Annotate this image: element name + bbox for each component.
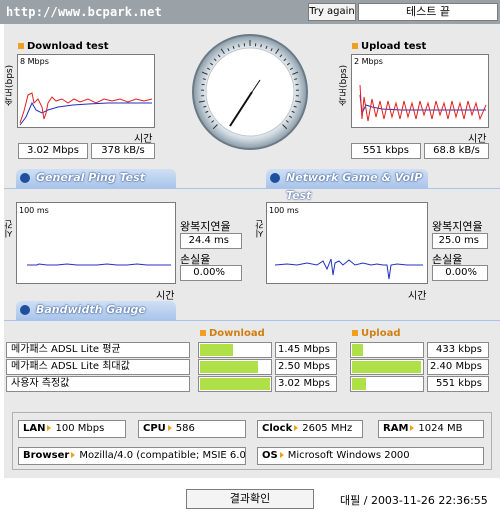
gauge-row-label: 사용자 측정값	[6, 376, 190, 392]
download-bar-fill	[200, 378, 270, 390]
speed-gauge	[192, 34, 308, 150]
confirm-result-button[interactable]: 결과확인	[186, 489, 314, 509]
ping-left-xlabel: 시간	[156, 291, 175, 302]
tab-bullet-icon	[20, 305, 30, 315]
ping-right-line	[274, 258, 423, 280]
upload-title: Upload test	[352, 41, 426, 52]
try-again-button[interactable]: Try again	[308, 3, 356, 21]
browser-info: Browser Mozilla/4.0 (compatible; MSIE 6.0	[18, 447, 246, 465]
tab-bullet-icon	[20, 173, 30, 183]
ping-left-rtt-label: 왕복지연율	[180, 220, 231, 233]
os-info: OS Microsoft Windows 2000	[257, 447, 484, 465]
download-mbps: 3.02 Mbps	[18, 143, 88, 159]
arrow-right-icon	[294, 425, 299, 431]
orange-square-icon	[18, 43, 24, 49]
upload-ylabel: 속도(bps)	[339, 64, 349, 106]
tab-bandwidth-gauge[interactable]: Bandwidth Gauge	[16, 301, 176, 320]
upload-kbps: 551 kbps	[351, 143, 421, 159]
ping-left-loss-value: 0.00%	[180, 265, 242, 281]
gauge-tick	[260, 44, 262, 48]
orange-square-icon	[352, 330, 358, 336]
download-ylabel: 속도(bps)	[5, 64, 15, 106]
gauge-download-value: 1.45 Mbps	[275, 342, 337, 358]
gauge-download-bar	[198, 376, 272, 392]
upload-bar-fill	[352, 361, 421, 373]
clock-info: Clock 2605 MHz	[257, 420, 363, 438]
gauge-upload-bar	[350, 376, 424, 392]
upload-bar-fill	[352, 344, 363, 356]
download-bar-fill	[200, 361, 258, 373]
site-url: http://www.bcpark.net	[6, 5, 162, 19]
gauge-upload-bar	[350, 359, 424, 375]
gauge-download-value: 3.02 Mbps	[275, 376, 337, 392]
arrow-right-icon	[167, 425, 172, 431]
gauge-divider	[4, 320, 500, 321]
arrow-right-icon	[71, 452, 76, 458]
download-graph-lines	[19, 92, 153, 126]
upload-bar-fill	[352, 378, 366, 390]
arrow-right-icon	[279, 452, 284, 458]
ping-right-graph: 100 ms	[266, 202, 428, 284]
tab-divider	[4, 188, 500, 189]
upload-graph: 2 Mbps	[351, 54, 489, 128]
download-title: Download test	[18, 41, 109, 52]
gauge-row-label: 메가패스 ADSL Lite 최대값	[6, 359, 190, 375]
cpu-info: CPU 586	[138, 420, 246, 438]
gauge-download-bar	[198, 342, 272, 358]
gauge-upload-value: 433 kbps	[427, 342, 489, 358]
tab-network-game-voip-test[interactable]: Network Game & VoIP Test	[266, 169, 428, 202]
ping-right-rtt-label: 왕복지연율	[432, 220, 483, 233]
tab-general-ping-test[interactable]: General Ping Test	[16, 169, 176, 188]
test-status-field: 테스트 끝	[358, 3, 498, 21]
gauge-download-header: Download	[200, 328, 265, 339]
download-graph: 8 Mbps	[17, 54, 155, 128]
gauge-download-value: 2.50 Mbps	[275, 359, 337, 375]
ping-left-line	[27, 263, 171, 266]
gauge-upload-value: 2.40 Mbps	[427, 359, 489, 375]
upload-graph-lines	[359, 84, 487, 122]
gauge-upload-value: 551 kbps	[427, 376, 489, 392]
ping-right-xlabel: 시간	[408, 291, 427, 302]
upload-kbs: 68.8 kB/s	[424, 143, 489, 159]
orange-square-icon	[200, 330, 206, 336]
gauge-upload-header: Upload	[352, 328, 400, 339]
arrow-right-icon	[47, 425, 52, 431]
ping-left-graph: 100 ms	[16, 202, 176, 284]
ping-right-rtt-value: 25.0 ms	[432, 233, 488, 249]
tab-bullet-icon	[270, 173, 280, 183]
download-bar-fill	[200, 344, 233, 356]
gauge-upload-bar	[350, 342, 424, 358]
arrow-right-icon	[410, 425, 415, 431]
ram-info: RAM 1024 MB	[378, 420, 484, 438]
orange-square-icon	[352, 43, 358, 49]
lan-info: LAN 100 Mbps	[18, 420, 126, 438]
download-kbs: 378 kB/s	[91, 143, 155, 159]
ping-right-loss-value: 0.00%	[432, 265, 488, 281]
ping-left-rtt-value: 24.4 ms	[180, 233, 242, 249]
gauge-tick	[238, 44, 240, 48]
gauge-row-label: 메가패스 ADSL Lite 평균	[6, 342, 190, 358]
timestamp: 대필 / 2003-11-26 22:36:55	[340, 494, 488, 507]
gauge-download-bar	[198, 359, 272, 375]
